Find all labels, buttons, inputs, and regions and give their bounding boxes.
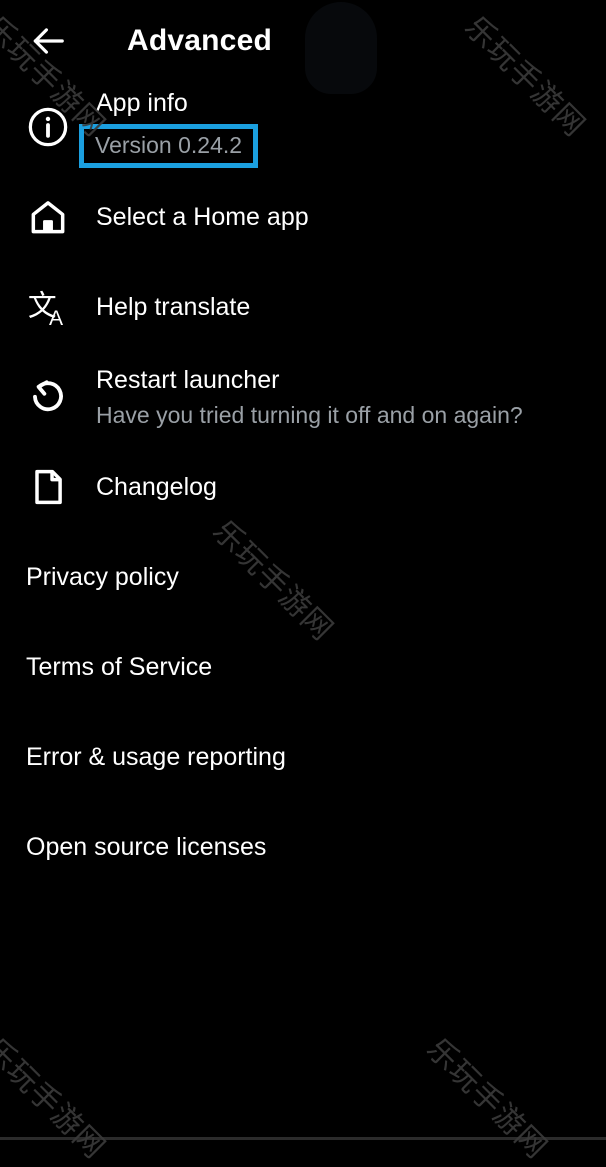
app-bar: Advanced bbox=[0, 0, 606, 82]
list-item-title: Privacy policy bbox=[26, 562, 179, 591]
list-item-title: Restart launcher bbox=[96, 365, 280, 394]
page-title: Advanced bbox=[127, 24, 272, 57]
restart-icon bbox=[0, 374, 96, 420]
list-item-open-source-licenses[interactable]: Open source licenses bbox=[0, 802, 606, 892]
app-info-version: Version 0.24.2 bbox=[79, 123, 259, 168]
list-item-restart-launcher[interactable]: Restart launcher Have you tried turning … bbox=[0, 352, 606, 442]
list-item-title: Terms of Service bbox=[26, 652, 213, 681]
settings-list: App info Version 0.24.2 Select a Home ap… bbox=[0, 82, 606, 892]
home-icon bbox=[0, 195, 96, 239]
list-item-error-usage-reporting[interactable]: Error & usage reporting bbox=[0, 712, 606, 802]
list-item-privacy-policy[interactable]: Privacy policy bbox=[0, 532, 606, 622]
list-item-title: Help translate bbox=[96, 292, 251, 321]
document-icon bbox=[0, 465, 96, 509]
list-item-title: Open source licenses bbox=[26, 832, 267, 861]
list-item-title: Changelog bbox=[96, 472, 217, 501]
list-item-app-info[interactable]: App info Version 0.24.2 bbox=[0, 82, 606, 172]
list-item-title: Select a Home app bbox=[96, 202, 309, 231]
list-item-text: Select a Home app bbox=[96, 201, 309, 234]
translate-icon: 文 A bbox=[0, 284, 96, 330]
back-button[interactable] bbox=[15, 8, 81, 74]
list-item-text: Changelog bbox=[96, 471, 217, 504]
list-item-select-home-app[interactable]: Select a Home app bbox=[0, 172, 606, 262]
arrow-left-icon bbox=[29, 22, 67, 60]
svg-text:A: A bbox=[49, 307, 64, 330]
list-item-text: App info Version 0.24.2 bbox=[79, 87, 259, 168]
list-item-title: App info bbox=[96, 88, 188, 117]
list-item-text: Restart launcher Have you tried turning … bbox=[96, 364, 523, 431]
list-item-terms-of-service[interactable]: Terms of Service bbox=[0, 622, 606, 712]
list-item-changelog[interactable]: Changelog bbox=[0, 442, 606, 532]
list-item-help-translate[interactable]: 文 A Help translate bbox=[0, 262, 606, 352]
list-item-title: Error & usage reporting bbox=[26, 742, 286, 771]
watermark: 乐玩手游网 bbox=[0, 1031, 112, 1167]
watermark: 乐玩手游网 bbox=[419, 1031, 554, 1167]
list-item-subtitle: Have you tried turning it off and on aga… bbox=[96, 401, 523, 428]
list-item-text: Help translate bbox=[96, 291, 250, 324]
